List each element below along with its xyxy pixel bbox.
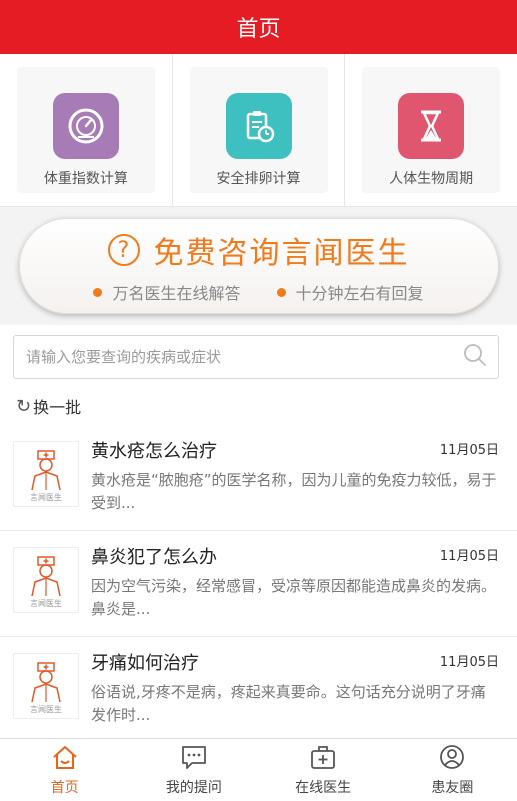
clipboard-clock-icon (225, 93, 292, 159)
header-bar: 首页 (0, 0, 517, 54)
tool-biorhythm[interactable]: 人体生物周期 (345, 54, 517, 206)
article-date: 11月05日 (439, 549, 499, 564)
tool-card[interactable]: 体重指数计算 (16, 67, 155, 193)
free-consult-button[interactable]: ? 免费咨询言闻医生 万名医生在线解答 十分钟左右有回复 (18, 218, 499, 314)
bottom-tab-bar: 首页 我的提问 在线医生 患友圈 (0, 738, 517, 801)
thumb-caption: 言闻医生 (30, 599, 62, 608)
thumb-caption: 言闻医生 (30, 705, 62, 714)
article-summary: 黄水疮是“脓胞疮”的医学名称，因为儿童的免疫力较低，易于受到... (91, 471, 497, 512)
article-date: 11月05日 (439, 443, 499, 458)
doctor-avatar: 言闻医生 (13, 547, 79, 613)
list-item[interactable]: 言闻医生 鼻炎犯了怎么办 11月05日 因为空气污染，经常感冒，受凉等原因都能造… (0, 531, 517, 637)
list-item[interactable]: 言闻医生 牙痛如何治疗 11月05日 俗语说,牙疼不是病，疼起来真要命。这句话充… (0, 637, 517, 743)
tab-label: 首页 (50, 779, 79, 796)
article-summary: 俗语说,牙疼不是病，疼起来真要命。这句话充分说明了牙痛发作时... (91, 683, 486, 724)
tool-ovulation[interactable]: 安全排卵计算 (173, 54, 346, 206)
scale-icon (52, 93, 119, 159)
consult-sub-1: 万名医生在线解答 (112, 284, 241, 303)
tab-label: 患友圈 (431, 779, 474, 796)
tab-patient-circle[interactable]: 患友圈 (388, 739, 517, 801)
search-icon[interactable] (462, 342, 488, 372)
search-input[interactable] (24, 347, 462, 367)
article-title: 鼻炎犯了怎么办 (91, 547, 217, 568)
article-title: 牙痛如何治疗 (91, 653, 199, 674)
home-icon (51, 744, 79, 774)
doctor-avatar: 言闻医生 (13, 441, 79, 507)
hourglass-icon (398, 93, 465, 159)
consult-sub-2: 十分钟左右有回复 (295, 284, 424, 303)
tool-label: 体重指数计算 (43, 171, 128, 187)
doctor-avatar: 言闻医生 (13, 653, 79, 719)
thumb-caption: 言闻医生 (30, 493, 62, 502)
medical-kit-icon (309, 744, 337, 774)
tool-card[interactable]: 安全排卵计算 (189, 67, 328, 193)
list-item[interactable]: 言闻医生 黄水疮怎么治疗 11月05日 黄水疮是“脓胞疮”的医学名称，因为儿童的… (0, 425, 517, 531)
page-title: 首页 (236, 17, 281, 42)
refresh-icon: ↻ (16, 395, 32, 417)
tool-label: 安全排卵计算 (216, 171, 301, 187)
article-summary: 因为空气污染，经常感冒，受凉等原因都能造成鼻炎的发病。鼻炎是... (91, 577, 497, 618)
chat-icon (180, 744, 208, 774)
tab-online-doctor[interactable]: 在线医生 (259, 739, 388, 801)
consult-title: 免费咨询言闻医生 (153, 236, 410, 271)
tool-card[interactable]: 人体生物周期 (362, 67, 501, 193)
refresh-button[interactable]: ↻ 换一批 (16, 395, 517, 418)
consult-section: ? 免费咨询言闻医生 万名医生在线解答 十分钟左右有回复 (0, 207, 517, 325)
article-title: 黄水疮怎么治疗 (91, 441, 217, 462)
tool-grid: 体重指数计算 安全排卵计算 人体生物周期 (0, 54, 517, 207)
user-icon (438, 744, 466, 774)
tab-my-questions[interactable]: 我的提问 (129, 739, 258, 801)
article-list: 言闻医生 黄水疮怎么治疗 11月05日 黄水疮是“脓胞疮”的医学名称，因为儿童的… (0, 425, 517, 743)
bullet-icon (276, 287, 286, 297)
refresh-label: 换一批 (33, 398, 82, 417)
tab-label: 在线医生 (295, 779, 352, 796)
bullet-icon (93, 287, 103, 297)
tool-bmi[interactable]: 体重指数计算 (0, 54, 173, 206)
tab-home[interactable]: 首页 (0, 739, 129, 801)
tab-label: 我的提问 (165, 779, 222, 796)
search-bar[interactable] (13, 335, 499, 379)
tool-label: 人体生物周期 (389, 171, 474, 187)
question-icon: ? (107, 234, 140, 266)
article-date: 11月05日 (439, 655, 499, 670)
